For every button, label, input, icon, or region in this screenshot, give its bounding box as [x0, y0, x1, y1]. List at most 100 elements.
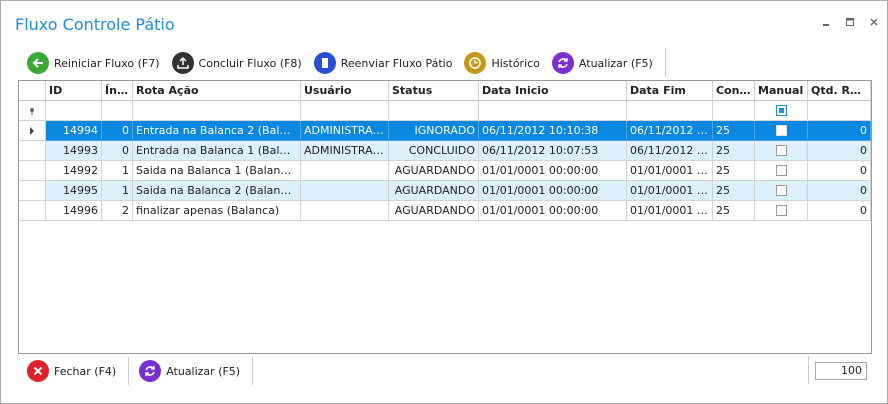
filter-cell-cont[interactable] — [713, 101, 755, 121]
filter-cell-usuario[interactable] — [301, 101, 389, 121]
toolbar-separator — [664, 49, 666, 77]
reenviar-fluxo-patio-button[interactable]: Reenviar Fluxo Pátio — [308, 49, 459, 77]
row-indicator[interactable] — [19, 181, 46, 201]
cell-manual[interactable] — [755, 201, 808, 221]
fechar-button[interactable]: Fechar (F4) — [21, 357, 122, 385]
col-header-usuario[interactable]: Usuário — [301, 81, 389, 101]
row-indicator[interactable] — [19, 201, 46, 221]
cell-manual[interactable] — [755, 181, 808, 201]
cell-manual[interactable] — [755, 121, 808, 141]
cell-data-fim[interactable]: 01/01/0001 0... — [627, 161, 713, 181]
filter-manual-checkbox[interactable] — [775, 104, 787, 116]
filter-cell-qtd-rei[interactable] — [808, 101, 871, 121]
cell-qtd-rei[interactable]: 0 — [808, 141, 871, 161]
cell-usuario[interactable]: ADMINISTRAD... — [301, 141, 389, 161]
filter-cell-data-fim[interactable] — [627, 101, 713, 121]
cell-status[interactable]: CONCLUIDO — [389, 141, 479, 161]
clock-icon — [464, 52, 487, 74]
cell-manual[interactable] — [755, 141, 808, 161]
cell-indice[interactable]: 0 — [102, 141, 133, 161]
cell-data-inicio[interactable]: 01/01/0001 00:00:00 — [479, 201, 627, 221]
col-header-qtd-rei[interactable]: Qtd. Rei... — [808, 81, 871, 101]
cell-id[interactable]: 14996 — [46, 201, 102, 221]
cell-usuario[interactable] — [301, 161, 389, 181]
minimize-icon[interactable] — [819, 15, 833, 29]
row-indicator[interactable] — [19, 141, 46, 161]
cell-status[interactable]: AGUARDANDO — [389, 201, 479, 221]
col-header-id[interactable]: ID — [46, 81, 102, 101]
cell-status[interactable]: AGUARDANDO — [389, 161, 479, 181]
cell-indice[interactable]: 2 — [102, 201, 133, 221]
table-row[interactable]: 14995 1 Saida na Balanca 2 (Balanca) AGUARD… — [19, 181, 871, 201]
historico-button[interactable]: Histórico — [458, 49, 545, 77]
cell-cont[interactable]: 25 — [713, 161, 755, 181]
filter-cell-rota-acao[interactable] — [133, 101, 301, 121]
cell-data-fim[interactable]: 01/01/0001 0... — [627, 181, 713, 201]
cell-usuario[interactable]: ADMINISTRAD... — [301, 121, 389, 141]
filter-cell-status[interactable] — [389, 101, 479, 121]
cell-rota-acao[interactable]: Saida na Balanca 1 (Balanca) — [133, 161, 301, 181]
filter-cell-manual[interactable] — [755, 101, 808, 121]
col-header-status[interactable]: Status — [389, 81, 479, 101]
page-size-input[interactable]: 100 — [815, 362, 867, 380]
cell-indice[interactable]: 1 — [102, 181, 133, 201]
table-row[interactable]: 14994 0 Entrada na Balanca 2 (Balanca) ADMI… — [19, 121, 871, 141]
col-header-indice[interactable]: Ín... — [102, 81, 133, 101]
col-header-data-fim[interactable]: Data Fim — [627, 81, 713, 101]
col-header-rota-acao[interactable]: Rota Ação — [133, 81, 301, 101]
cell-rota-acao[interactable]: Saida na Balanca 2 (Balanca) — [133, 181, 301, 201]
col-header-manual[interactable]: Manual — [755, 81, 808, 101]
cell-id[interactable]: 14994 — [46, 121, 102, 141]
table-row[interactable]: 14993 0 Entrada na Balanca 1 (Balanca) ADMI… — [19, 141, 871, 161]
cell-id[interactable]: 14993 — [46, 141, 102, 161]
cell-status[interactable]: AGUARDANDO — [389, 181, 479, 201]
manual-checkbox[interactable] — [775, 124, 787, 136]
data-grid[interactable]: ID Ín... Rota Ação Usuário Status Data I… — [18, 80, 872, 354]
filter-cell-data-inicio[interactable] — [479, 101, 627, 121]
footer-atualizar-button[interactable]: Atualizar (F5) — [133, 357, 246, 385]
cell-data-inicio[interactable]: 06/11/2012 10:10:38 — [479, 121, 627, 141]
row-indicator[interactable] — [19, 161, 46, 181]
cell-usuario[interactable] — [301, 181, 389, 201]
manual-checkbox[interactable] — [775, 204, 787, 216]
col-header-data-inicio[interactable]: Data Inicio — [479, 81, 627, 101]
cell-data-inicio[interactable]: 06/11/2012 10:07:53 — [479, 141, 627, 161]
reiniciar-fluxo-button[interactable]: Reiniciar Fluxo (F7) — [21, 49, 166, 77]
manual-checkbox[interactable] — [775, 184, 787, 196]
cell-indice[interactable]: 1 — [102, 161, 133, 181]
cell-cont[interactable]: 25 — [713, 201, 755, 221]
cell-qtd-rei[interactable]: 0 — [808, 121, 871, 141]
cell-qtd-rei[interactable]: 0 — [808, 201, 871, 221]
cell-rota-acao[interactable]: finalizar apenas (Balanca) — [133, 201, 301, 221]
cell-qtd-rei[interactable]: 0 — [808, 161, 871, 181]
manual-checkbox[interactable] — [775, 144, 787, 156]
manual-checkbox[interactable] — [775, 164, 787, 176]
cell-cont[interactable]: 25 — [713, 181, 755, 201]
table-row[interactable]: 14996 2 finalizar apenas (Balanca) AGUARDAN… — [19, 201, 871, 221]
cell-data-inicio[interactable]: 01/01/0001 00:00:00 — [479, 161, 627, 181]
maximize-icon[interactable] — [843, 15, 857, 29]
cell-indice[interactable]: 0 — [102, 121, 133, 141]
filter-cell-indice[interactable] — [102, 101, 133, 121]
col-header-cont[interactable]: Cont... — [713, 81, 755, 101]
close-window-icon[interactable] — [867, 15, 881, 29]
filter-cell-id[interactable] — [46, 101, 102, 121]
cell-cont[interactable]: 25 — [713, 141, 755, 161]
cell-id[interactable]: 14995 — [46, 181, 102, 201]
current-row-arrow-icon[interactable] — [19, 121, 46, 141]
cell-rota-acao[interactable]: Entrada na Balanca 1 (Balanca) — [133, 141, 301, 161]
cell-qtd-rei[interactable]: 0 — [808, 181, 871, 201]
cell-rota-acao[interactable]: Entrada na Balanca 2 (Balanca) — [133, 121, 301, 141]
cell-cont[interactable]: 25 — [713, 121, 755, 141]
cell-data-fim[interactable]: 06/11/2012 1... — [627, 141, 713, 161]
cell-usuario[interactable] — [301, 201, 389, 221]
atualizar-button[interactable]: Atualizar (F5) — [546, 49, 659, 77]
cell-id[interactable]: 14992 — [46, 161, 102, 181]
cell-data-fim[interactable]: 06/11/2012 1... — [627, 121, 713, 141]
cell-manual[interactable] — [755, 161, 808, 181]
cell-data-inicio[interactable]: 01/01/0001 00:00:00 — [479, 181, 627, 201]
concluir-fluxo-button[interactable]: Concluir Fluxo (F8) — [166, 49, 308, 77]
cell-status[interactable]: IGNORADO — [389, 121, 479, 141]
cell-data-fim[interactable]: 01/01/0001 0... — [627, 201, 713, 221]
table-row[interactable]: 14992 1 Saida na Balanca 1 (Balanca) AGUARD… — [19, 161, 871, 181]
